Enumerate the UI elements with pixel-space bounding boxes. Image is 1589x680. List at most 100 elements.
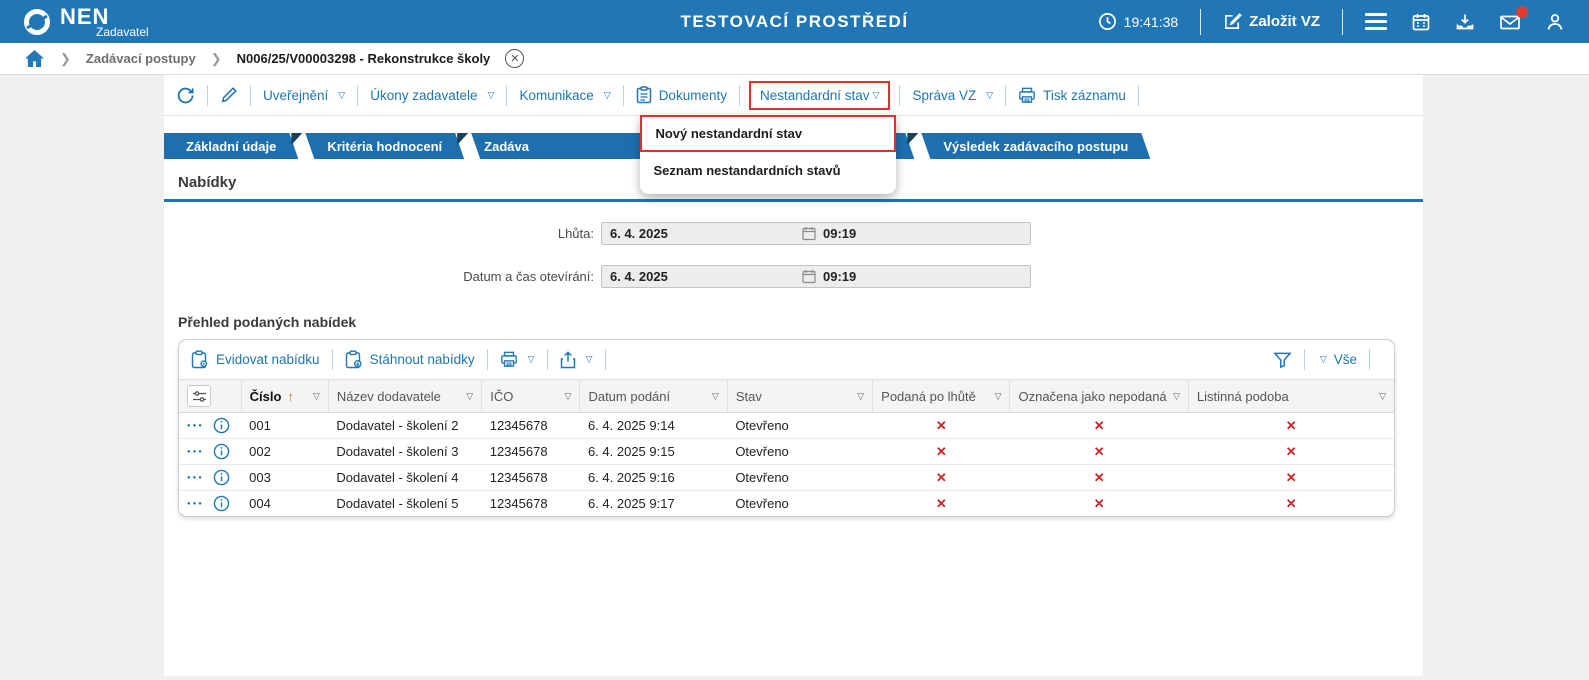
- downloads-button[interactable]: [1455, 12, 1475, 32]
- cell-listinna-negative-mark: ✕: [1188, 438, 1394, 465]
- chevron-right-icon: ❯: [60, 50, 71, 66]
- divider: [604, 349, 606, 370]
- cell-datum: 6. 4. 2025 9:14: [587, 418, 675, 433]
- menu-uverejneni[interactable]: Uveřejnění ▽: [263, 88, 345, 103]
- column-header-cislo[interactable]: Číslo ↑ ▽: [240, 379, 329, 413]
- home-icon[interactable]: [24, 49, 45, 68]
- tab-vysledek-zadavaciho-postupu[interactable]: Výsledek zadávacího postupu: [921, 133, 1150, 159]
- divider: [622, 84, 624, 106]
- evidovat-nabidku-button[interactable]: Evidovat nabídku: [191, 350, 320, 369]
- row-actions-button[interactable]: ●●●: [187, 501, 204, 507]
- table-row: ●●● 001 Dodavatel - školení 2 12345678 6. 4.…: [179, 413, 1394, 439]
- breadcrumb-parent[interactable]: Zadávací postupy: [86, 51, 196, 66]
- sort-asc-icon: ↑: [287, 388, 294, 404]
- info-icon[interactable]: [213, 469, 230, 486]
- chevron-down-icon: ▽: [527, 354, 535, 364]
- field-label: Datum a čas otevírání:: [463, 269, 594, 284]
- date-value: 6. 4. 2025: [610, 269, 668, 284]
- column-header-nepodana[interactable]: Označena jako nepodaná ▽: [1009, 379, 1189, 413]
- menu-komunikace[interactable]: Komunikace ▽: [519, 88, 610, 103]
- menu-item-seznam-nestandardnich-stavu[interactable]: Seznam nestandardních stavů: [640, 152, 896, 189]
- row-actions-button[interactable]: ●●●: [187, 475, 204, 481]
- divider: [1200, 8, 1202, 35]
- filter-caret-icon[interactable]: ▽: [309, 391, 320, 402]
- breadcrumb: ❯ Zadávací postupy ❯ N006/25/V00003298 -…: [0, 43, 1589, 75]
- divider: [486, 349, 488, 370]
- column-header-nazev[interactable]: Název dodavatele ▽: [327, 379, 482, 413]
- edit-button[interactable]: [220, 86, 238, 104]
- column-header-datum[interactable]: Datum podání ▽: [579, 379, 728, 413]
- share-icon: [560, 350, 576, 369]
- edit-square-icon: [1223, 12, 1242, 31]
- column-header-po_lhute[interactable]: Podaná po lhůtě ▽: [872, 379, 1010, 413]
- export-button[interactable]: ▽: [560, 350, 593, 369]
- field-label: Lhůta:: [557, 226, 594, 241]
- close-procedure-icon[interactable]: ✕: [505, 49, 525, 68]
- divider: [357, 84, 359, 106]
- nestandardni-stav-dropdown: Nový nestandardní stav Seznam nestandard…: [640, 114, 897, 194]
- divider: [1005, 84, 1007, 106]
- calendar-icon: [1411, 12, 1431, 32]
- menu-tisk-zaznamu[interactable]: Tisk záznamu: [1018, 87, 1126, 104]
- cell-nepodana-negative-mark: ✕: [1009, 464, 1189, 491]
- divider: [207, 84, 208, 106]
- menu-dokumenty[interactable]: Dokumenty: [636, 86, 727, 104]
- nen-logo[interactable]: NEN Zadavatel: [0, 5, 149, 38]
- refresh-button[interactable]: [176, 86, 195, 105]
- cell-po_lhute-negative-mark: ✕: [872, 464, 1010, 491]
- filter-caret-icon[interactable]: ▽: [991, 391, 1002, 402]
- clock-icon: [1098, 12, 1117, 31]
- chevron-down-icon: ▽: [585, 354, 593, 364]
- divider: [546, 349, 548, 370]
- divider: [1342, 8, 1343, 35]
- info-icon[interactable]: [213, 495, 230, 512]
- create-vz-button[interactable]: Založit VZ: [1223, 12, 1320, 31]
- cell-cislo: 001: [249, 418, 271, 433]
- tab-zakladni-udaje[interactable]: Základní údaje: [164, 133, 303, 159]
- column-settings-icon[interactable]: [187, 385, 211, 407]
- lhuta-datetime-field[interactable]: 6. 4. 2025 09:19: [601, 222, 1031, 245]
- cell-nazev: Dodavatel - školení 4: [328, 464, 482, 491]
- messages-button[interactable]: [1499, 5, 1528, 32]
- section-divider: [164, 199, 1423, 202]
- print-table-button[interactable]: ▽: [500, 351, 535, 368]
- menu-ukony-zadavatele[interactable]: Úkony zadavatele ▽: [370, 88, 494, 103]
- cell-ico: 12345678: [481, 464, 580, 491]
- filter-caret-icon[interactable]: ▽: [708, 391, 719, 402]
- cell-cislo: 002: [241, 438, 329, 465]
- filter-caret-icon[interactable]: ▽: [853, 391, 864, 402]
- column-header-listinna[interactable]: Listinná podoba ▽: [1187, 379, 1394, 413]
- main-content: Uveřejnění ▽ Úkony zadavatele ▽ Komunika…: [164, 75, 1423, 676]
- divider: [250, 84, 251, 106]
- calendar-button[interactable]: [1411, 12, 1431, 32]
- chevron-down-icon: ▽: [487, 89, 495, 100]
- row-actions-button[interactable]: ●●●: [187, 449, 204, 455]
- cell-po_lhute-negative-mark: ✕: [872, 438, 1010, 465]
- stahnout-nabidky-button[interactable]: Stáhnout nabídky: [345, 350, 475, 369]
- oteviani-datetime-field[interactable]: 6. 4. 2025 09:19: [601, 265, 1031, 288]
- row-actions-button[interactable]: ●●●: [187, 423, 204, 429]
- chevron-down-icon: ▽: [1319, 354, 1327, 364]
- cell-listinna-negative-mark: ✕: [1285, 417, 1297, 433]
- cell-nazev: Dodavatel - školení 2: [336, 418, 459, 433]
- filter-caret-icon[interactable]: ▽: [462, 391, 473, 402]
- hamburger-menu-button[interactable]: [1365, 13, 1387, 30]
- profile-button[interactable]: [1545, 12, 1565, 32]
- show-all-filter[interactable]: ▽ Vše: [1317, 352, 1357, 367]
- menu-sprava-vz[interactable]: Správa VZ ▽: [912, 88, 993, 103]
- tab-kriteria-hodnoceni[interactable]: Kritéria hodnocení: [305, 133, 469, 159]
- filter-caret-icon[interactable]: ▽: [1375, 391, 1386, 402]
- info-icon[interactable]: [213, 417, 230, 434]
- cell-ico: 12345678: [489, 418, 548, 433]
- menu-item-novy-nestandardni-stav[interactable]: Nový nestandardní stav: [640, 114, 897, 152]
- cell-stav: Otevřeno: [727, 438, 873, 465]
- menu-nestandardni-stav[interactable]: Nestandardní stav ▽ Nový nestandardní st…: [640, 80, 897, 194]
- cell-nepodana-negative-mark: ✕: [1093, 417, 1105, 433]
- info-icon[interactable]: [213, 443, 230, 460]
- table-row: ●●● 003 Dodavatel - školení 4 12345678 6. 4.…: [179, 464, 1394, 491]
- column-header-ico[interactable]: IČO ▽: [481, 379, 580, 413]
- column-header-stav[interactable]: Stav ▽: [726, 379, 873, 413]
- filter-button[interactable]: [1273, 351, 1292, 369]
- filter-caret-icon[interactable]: ▽: [1169, 391, 1180, 402]
- filter-caret-icon[interactable]: ▽: [561, 391, 572, 402]
